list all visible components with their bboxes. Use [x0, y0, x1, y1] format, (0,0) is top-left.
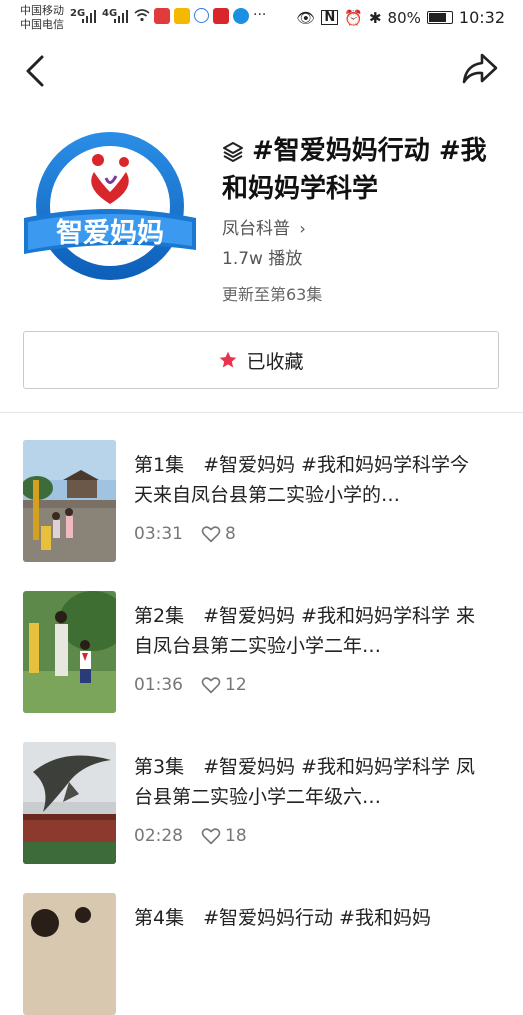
- chart-app-icon: [154, 8, 170, 24]
- album-title: #智爱妈妈行动 #我和妈妈学科学: [222, 132, 502, 208]
- carrier-1: 中国移动: [20, 4, 64, 17]
- logo-text: 智爱妈妈: [56, 218, 164, 249]
- status-bar: 中国移动 中国电信 2G 4G ··· 👁 N ⏰ ✱ 80% 10:32: [0, 0, 523, 36]
- heart-icon[interactable]: [201, 676, 221, 694]
- episode-likes: 12: [225, 675, 247, 695]
- alarm-icon: ⏰: [344, 8, 363, 27]
- album-title-text: #智爱妈妈行动 #我和妈妈学科学: [222, 136, 487, 204]
- top-nav: [0, 44, 523, 94]
- star-icon: [220, 351, 237, 368]
- share-icon[interactable]: [461, 52, 499, 86]
- episode-duration: 02:28: [134, 826, 183, 846]
- episode-thumbnail: [23, 893, 116, 1015]
- divider: [0, 412, 523, 413]
- episode-thumbnail: [23, 591, 116, 713]
- browser-icon: [194, 8, 209, 23]
- layers-icon: [223, 141, 243, 162]
- episode-meta: 02:28 18: [134, 826, 247, 846]
- episode-duration: 01:36: [134, 675, 183, 695]
- weibo-icon: [174, 8, 190, 24]
- episode-title: 第2集 #智爱妈妈 #我和妈妈学科学 来自凤台县第二实验小学二年…: [134, 605, 476, 657]
- signal-bars-icon: [82, 10, 96, 23]
- episode-duration: 03:31: [134, 524, 183, 544]
- battery-percent: 80%: [387, 8, 421, 27]
- play-count: 1.7w 播放: [222, 249, 303, 269]
- episode-thumbnail: [23, 440, 116, 562]
- episode-title: 第1集 #智爱妈妈 #我和妈妈学科学今天来自凤台县第二实验小学的…: [134, 454, 469, 506]
- episode-meta: 03:31 8: [134, 524, 236, 544]
- episode-item[interactable]: 第2集 #智爱妈妈 #我和妈妈学科学 来自凤台县第二实验小学二年… 01:36 …: [23, 591, 503, 713]
- app-icon: [233, 8, 249, 24]
- collect-label: 已收藏: [246, 350, 304, 373]
- clock: 10:32: [458, 8, 505, 27]
- episode-item[interactable]: 第4集 #智爱妈妈行动 #我和妈妈: [23, 893, 503, 1015]
- episode-item[interactable]: 第3集 #智爱妈妈 #我和妈妈学科学 凤台县第二实验小学二年级六… 02:28 …: [23, 742, 503, 864]
- author-name: 凤台科普: [222, 219, 290, 239]
- update-status: 更新至第63集: [222, 285, 323, 304]
- chevron-right-icon: ›: [299, 219, 306, 238]
- episode-title: 第3集 #智爱妈妈 #我和妈妈学科学 凤台县第二实验小学二年级六…: [134, 756, 476, 808]
- signal-bars-icon: [114, 10, 128, 23]
- episode-likes: 18: [225, 826, 247, 846]
- more-notifications-icon: ···: [253, 7, 267, 23]
- heart-icon[interactable]: [201, 525, 221, 543]
- heart-icon[interactable]: [201, 827, 221, 845]
- episode-title: 第4集 #智爱妈妈行动 #我和妈妈: [134, 907, 431, 929]
- carrier-2: 中国电信: [20, 18, 64, 31]
- episode-likes: 8: [225, 524, 236, 544]
- nfc-icon: N: [321, 10, 339, 25]
- author-link[interactable]: 凤台科普 ›: [222, 214, 306, 239]
- album-cover-logo: 智爱妈妈: [24, 132, 196, 280]
- notification-icons: ···: [154, 8, 266, 24]
- episode-thumbnail: [23, 742, 116, 864]
- battery-fill: [428, 13, 447, 22]
- wifi-icon: [134, 9, 150, 22]
- episode-item[interactable]: 第1集 #智爱妈妈 #我和妈妈学科学今天来自凤台县第二实验小学的… 03:31 …: [23, 440, 503, 562]
- back-arrow-icon[interactable]: [22, 54, 50, 88]
- status-right: 👁 N ⏰ ✱ 80% 10:32: [296, 8, 505, 27]
- episode-meta: 01:36 12: [134, 675, 247, 695]
- eye-comfort-icon: 👁: [296, 8, 316, 27]
- bluetooth-icon: ✱: [368, 8, 382, 27]
- battery-icon: [426, 11, 453, 24]
- collect-button[interactable]: 已收藏: [23, 331, 499, 389]
- news-app-icon: [213, 8, 229, 24]
- carrier-info: 中国移动 中国电信: [20, 4, 64, 32]
